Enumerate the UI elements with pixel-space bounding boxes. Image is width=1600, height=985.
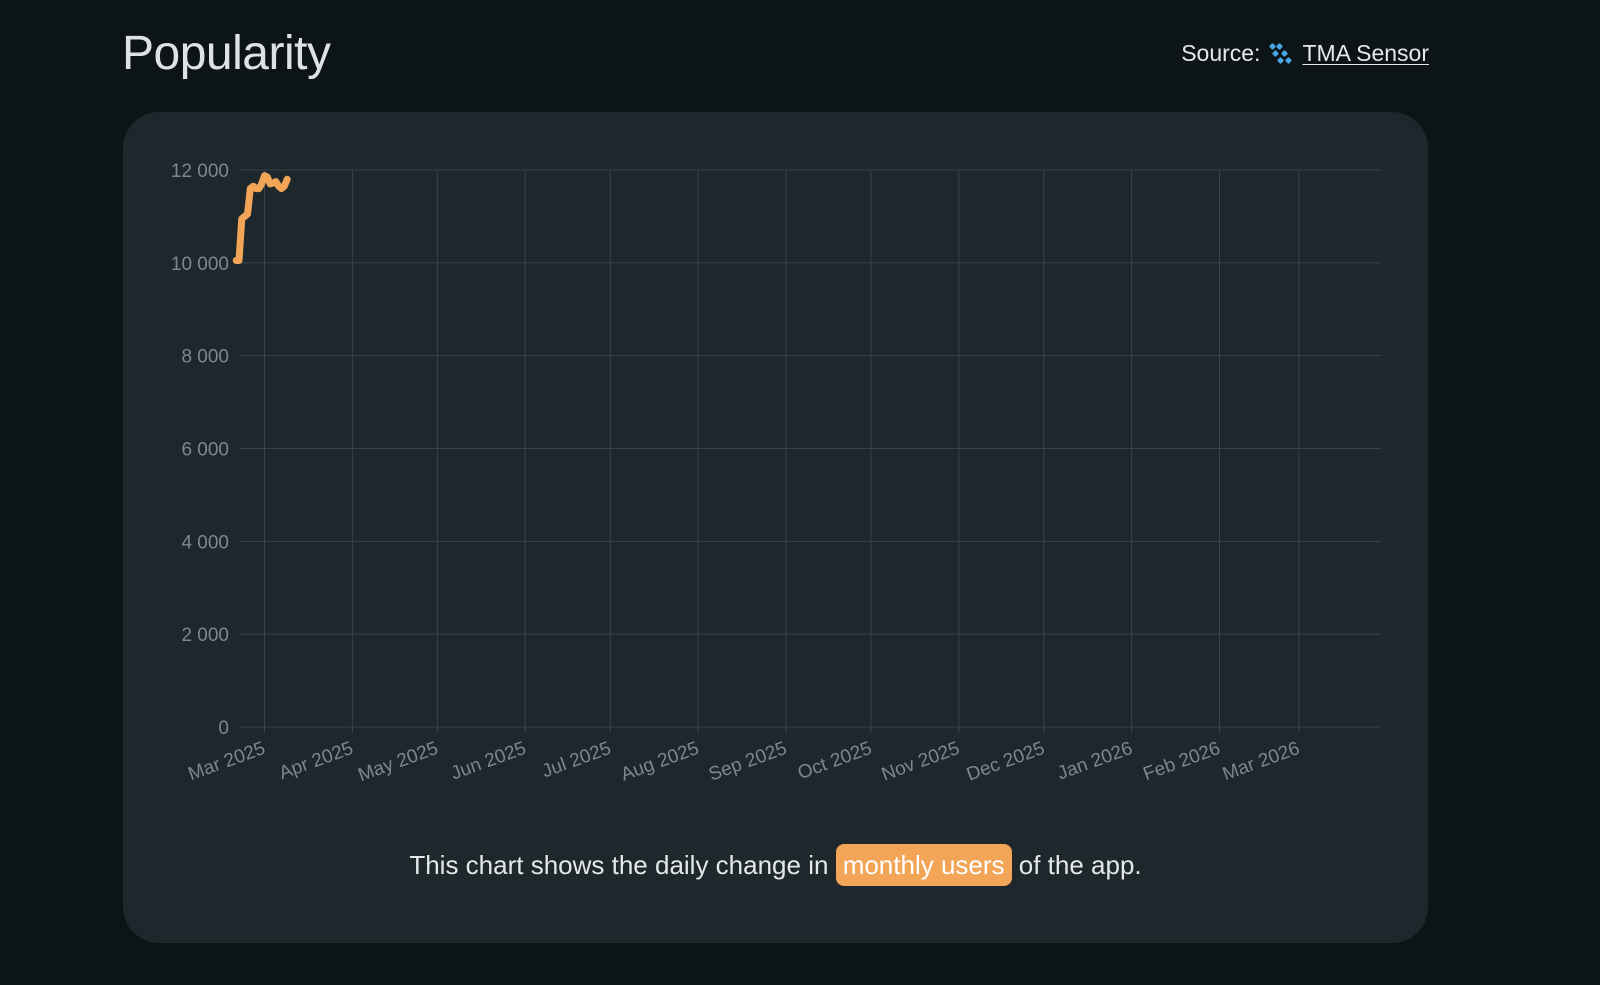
tma-sensor-link[interactable]: TMA Sensor (1302, 40, 1429, 67)
page-title: Popularity (122, 27, 331, 80)
source-attribution: Source: TMA Sensor (1181, 40, 1429, 67)
x-tick-label: Oct 2025 (795, 738, 875, 784)
y-tick-label: 0 (218, 718, 229, 739)
x-tick-label: Jan 2026 (1055, 738, 1136, 784)
x-tick-label: Mar 2026 (1220, 738, 1303, 785)
x-tick-label: Nov 2025 (879, 738, 963, 786)
y-tick-label: 4 000 (181, 532, 229, 553)
source-label: Source: (1181, 40, 1261, 66)
x-tick-label: Feb 2026 (1141, 738, 1224, 785)
x-tick-label: Mar 2025 (186, 738, 269, 785)
series-line (232, 172, 291, 264)
x-tick-label: May 2025 (355, 738, 441, 786)
y-tick-label: 10 000 (171, 254, 229, 275)
x-tick-label: Dec 2025 (964, 738, 1048, 786)
x-tick-label: Jun 2025 (448, 738, 529, 784)
x-tick-label: Apr 2025 (276, 738, 356, 784)
y-tick-label: 12 000 (171, 161, 229, 182)
y-tick-label: 8 000 (181, 347, 229, 368)
tma-sensor-logo-icon[interactable] (1268, 41, 1294, 67)
x-tick-label: Sep 2025 (706, 738, 790, 786)
x-tick-label: Aug 2025 (618, 738, 702, 786)
caption-text-after: of the app. (1018, 850, 1142, 880)
chart-caption: This chart shows the daily change in mon… (123, 844, 1428, 886)
y-tick-label: 2 000 (181, 625, 229, 646)
caption-text-before: This chart shows the daily change in (409, 850, 829, 880)
chart-card: 0 2 000 4 000 6 000 8 000 10 000 12 000 Mar 202… (123, 112, 1428, 943)
y-tick-label: 6 000 (181, 440, 229, 461)
x-tick-label: Jul 2025 (539, 738, 614, 782)
popularity-chart: 0 2 000 4 000 6 000 8 000 10 000 12 000 Mar 202… (171, 161, 1381, 786)
monthly-users-badge[interactable]: monthly users (835, 844, 1012, 886)
